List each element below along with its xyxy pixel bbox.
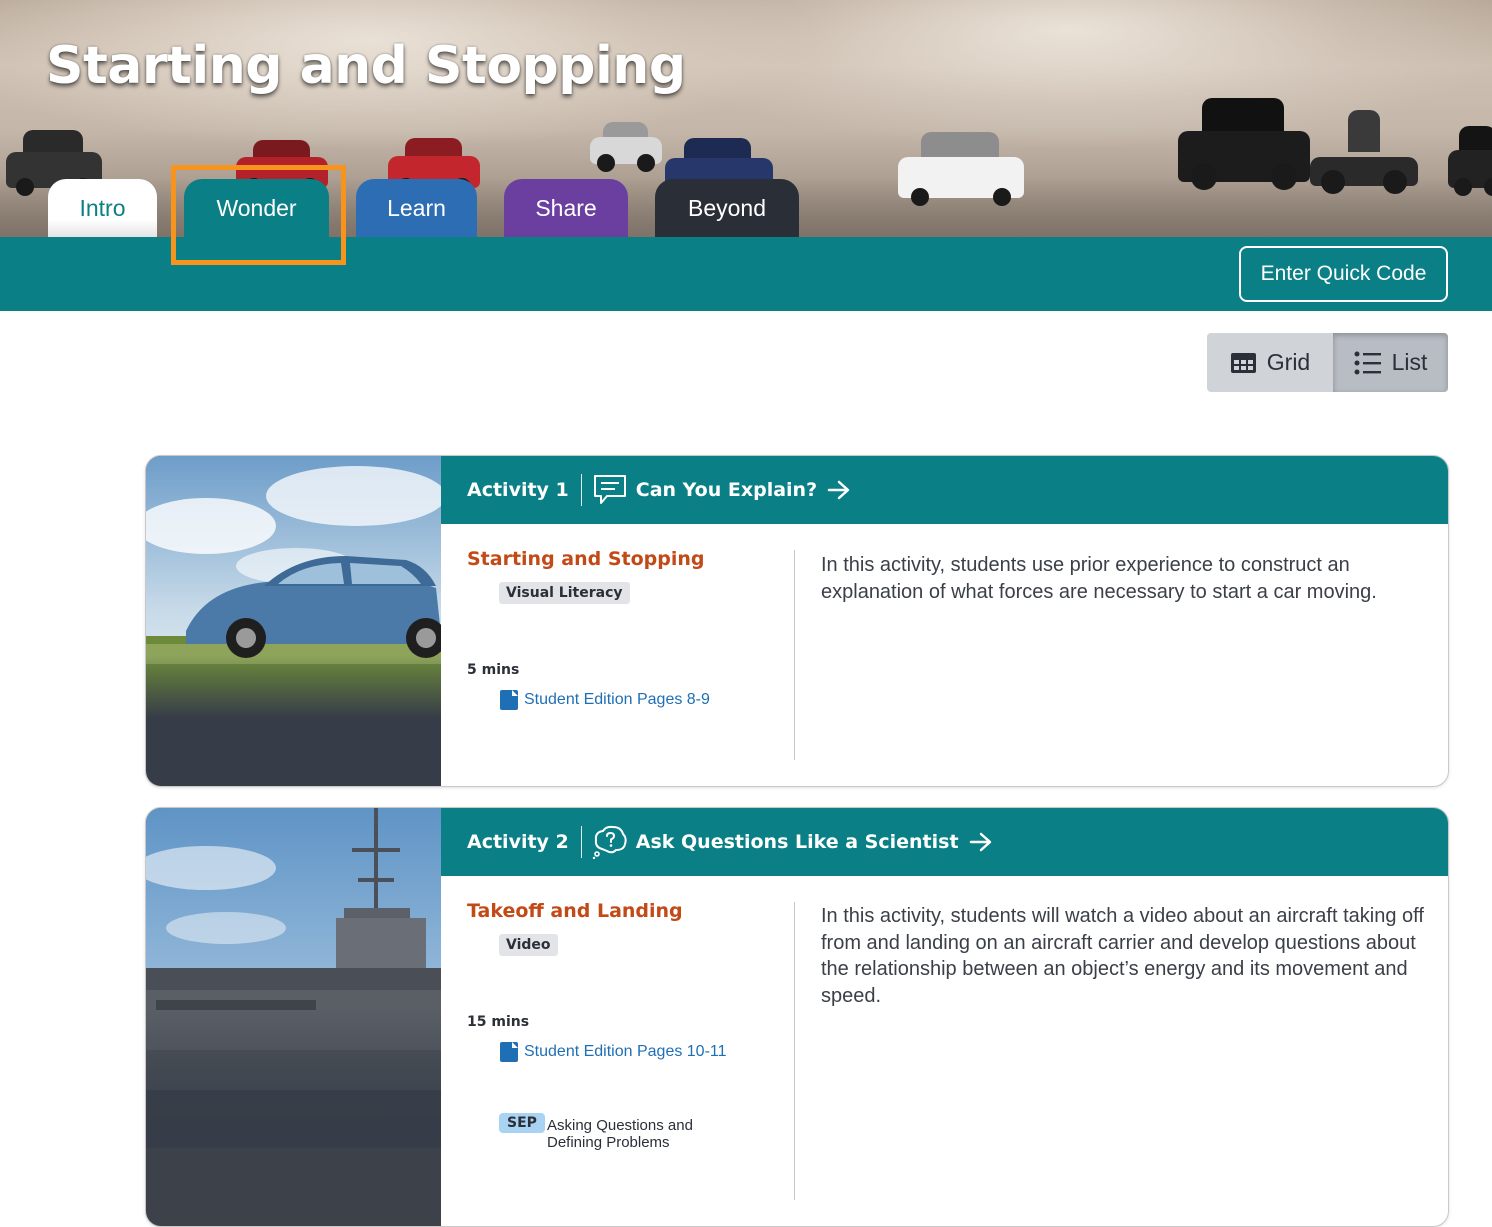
enter-quick-code-button[interactable]: Enter Quick Code: [1239, 246, 1448, 302]
activity-header-link[interactable]: Activity 2 Ask Questions Like a Scientis…: [441, 808, 1448, 876]
hero-banner: Starting and Stopping Intro Wonder Learn…: [0, 0, 1492, 237]
grid-view-button[interactable]: Grid: [1207, 333, 1333, 392]
view-toggle: Grid List: [1207, 333, 1448, 392]
trike-image: [1310, 110, 1418, 194]
activity-description: In this activity, students will watch a …: [821, 905, 1424, 1007]
student-edition-link[interactable]: Student Edition Pages 8-9: [500, 690, 710, 710]
column-divider: [794, 902, 795, 1200]
lesson-tag: Visual Literacy: [499, 582, 630, 604]
car-photo: [146, 456, 441, 786]
student-edition-link[interactable]: Student Edition Pages 10-11: [500, 1042, 727, 1062]
list-icon: [1354, 351, 1381, 374]
list-label: List: [1391, 349, 1428, 375]
duration: 5 mins: [467, 662, 520, 678]
question-thought-icon: [592, 824, 628, 860]
arrow-right-icon: [969, 831, 993, 853]
tab-learn[interactable]: Learn: [356, 179, 477, 237]
black-car-image: [1448, 126, 1492, 196]
lesson-title: Takeoff and Landing: [467, 900, 683, 922]
duration: 15 mins: [467, 1014, 530, 1030]
tab-wonder[interactable]: Wonder: [184, 179, 329, 237]
pdf-icon: [500, 690, 518, 710]
white-car-image: [590, 122, 662, 172]
activity-description: In this activity, students use prior exp…: [821, 554, 1377, 603]
activity-type-title: Ask Questions Like a Scientist: [635, 831, 959, 853]
header-divider: [580, 474, 582, 506]
header-divider: [580, 826, 582, 858]
tab-intro[interactable]: Intro: [48, 179, 157, 237]
black-truck-image: [1178, 98, 1310, 190]
student-edition-link-label: Student Edition Pages 10-11: [524, 1043, 727, 1060]
white-mustang-image: [898, 132, 1024, 206]
tab-share[interactable]: Share: [504, 179, 628, 237]
list-view-button[interactable]: List: [1333, 333, 1448, 392]
activity-type-title: Can You Explain?: [635, 479, 818, 501]
activity-card: Activity 1 Can You Explain? Starting and…: [145, 455, 1449, 787]
activity-header-link[interactable]: Activity 1 Can You Explain?: [441, 456, 1448, 524]
grid-icon: [1230, 352, 1256, 373]
lesson-info: Takeoff and Landing Video: [467, 900, 777, 956]
grid-label: Grid: [1266, 349, 1311, 375]
tab-beyond[interactable]: Beyond: [655, 179, 799, 237]
lesson-info: Starting and Stopping Visual Literacy: [467, 548, 777, 604]
lesson-tag: Video: [499, 934, 558, 956]
activity-card: Activity 2 Ask Questions Like a Scientis…: [145, 807, 1449, 1227]
aircraft-carrier-photo: [146, 808, 441, 1226]
column-divider: [794, 550, 795, 760]
practice-badge: SEP: [499, 1113, 545, 1133]
page-title: Starting and Stopping: [46, 36, 686, 96]
arrow-right-icon: [827, 479, 851, 501]
speech-bubble-icon: [592, 472, 628, 508]
practice-text: Asking Questions and Defining Problems: [547, 1117, 693, 1151]
activity-number: Activity 2: [467, 831, 569, 853]
student-edition-link-label: Student Edition Pages 8-9: [524, 691, 710, 708]
lesson-title: Starting and Stopping: [467, 548, 705, 570]
pdf-icon: [500, 1042, 518, 1062]
activity-number: Activity 1: [467, 479, 569, 501]
